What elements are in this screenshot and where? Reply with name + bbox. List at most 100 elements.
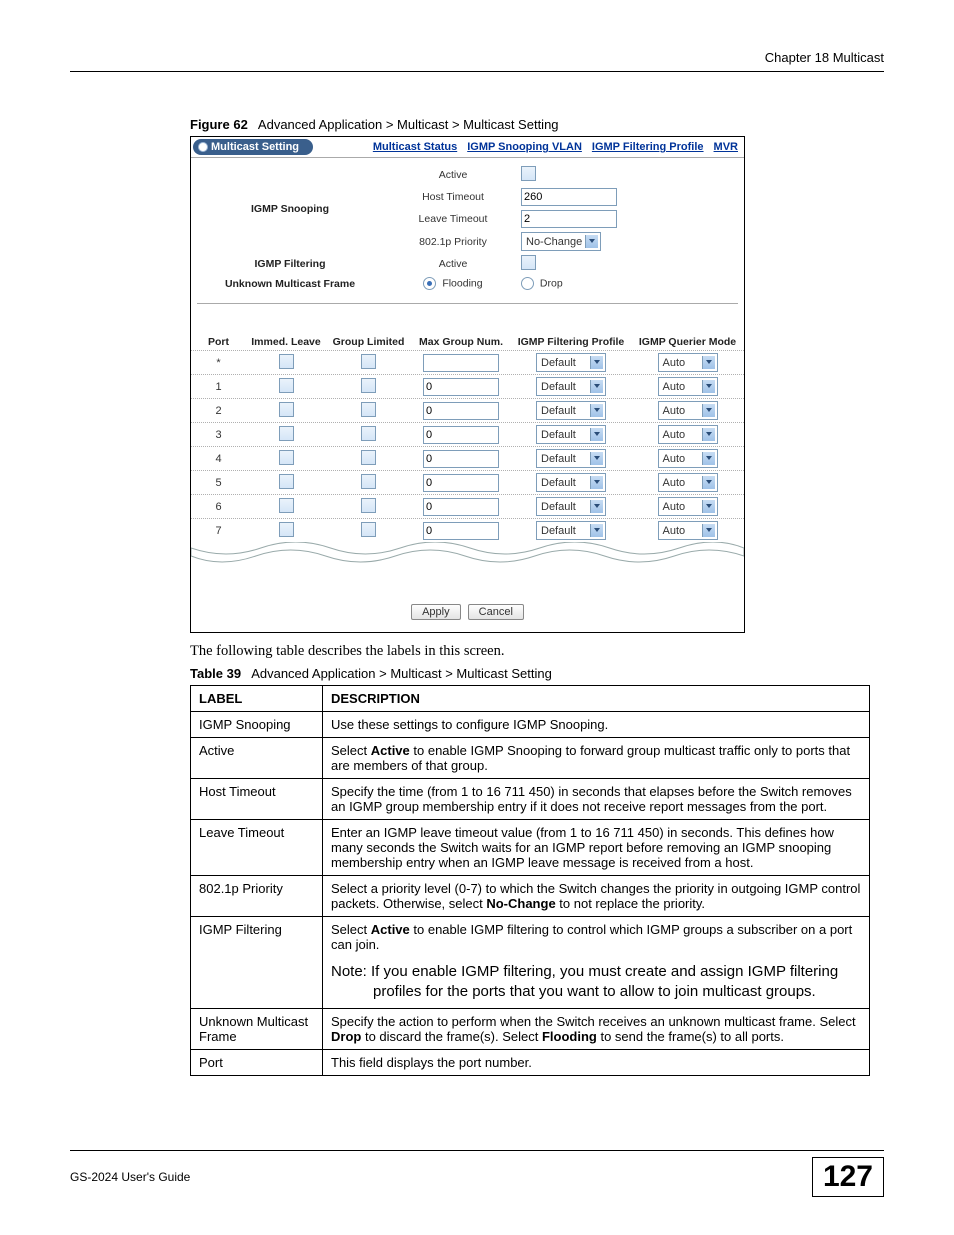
checkbox-group-limited[interactable] [361,378,376,393]
select-filtering-profile[interactable]: Default [536,521,606,540]
port-number: 6 [191,501,246,513]
select-filtering-profile[interactable]: Default [536,401,606,420]
label-igmp-snooping: IGMP Snooping [191,164,389,253]
select-querier-mode[interactable]: Auto [658,353,718,372]
link-multicast-status[interactable]: Multicast Status [373,141,457,153]
input-leave-timeout[interactable] [521,210,617,228]
chevron-down-icon [594,384,600,388]
table-row: IGMP FilteringSelect Active to enable IG… [191,917,870,1009]
select-querier-mode[interactable]: Auto [658,521,718,540]
input-max-group[interactable] [423,378,499,396]
checkbox-group-limited[interactable] [361,354,376,369]
select-filtering-profile[interactable]: Default [536,449,606,468]
chevron-down-icon [594,480,600,484]
port-number: 1 [191,381,246,393]
col-header-label: LABEL [191,686,323,712]
select-querier-mode[interactable]: Auto [658,473,718,492]
link-igmp-filtering-profile[interactable]: IGMP Filtering Profile [592,141,704,153]
checkbox-immed-leave[interactable] [279,450,294,465]
radio-flooding-label: Flooding [442,277,482,289]
screenshot-panel: Multicast Setting Multicast Status IGMP … [190,136,745,633]
checkbox-immed-leave[interactable] [279,354,294,369]
checkbox-immed-leave[interactable] [279,522,294,537]
cell-description: Use these settings to configure IGMP Sno… [323,712,870,738]
chevron-down-icon [706,360,712,364]
button-row: Apply Cancel [191,564,744,632]
table-row: IGMP SnoopingUse these settings to confi… [191,712,870,738]
table-row: ActiveSelect Active to enable IGMP Snoop… [191,738,870,779]
port-row: *DefaultAuto [191,350,744,374]
table-label: Table 39 [190,666,241,681]
checkbox-immed-leave[interactable] [279,402,294,417]
chapter-header: Chapter 18 Multicast [70,50,884,72]
apply-button[interactable]: Apply [411,604,461,620]
cancel-button[interactable]: Cancel [468,604,524,620]
port-row: 1 Default Auto [191,374,744,398]
input-max-group[interactable] [423,522,499,540]
select-filtering-profile[interactable]: Default [536,473,606,492]
select-priority[interactable]: No-Change [521,232,601,251]
cell-description: Enter an IGMP leave timeout value (from … [323,820,870,876]
radio-flooding-cell: Flooding [389,275,517,292]
cell-description: Specify the action to perform when the S… [323,1008,870,1049]
checkbox-immed-leave[interactable] [279,378,294,393]
select-querier-mode[interactable]: Auto [658,377,718,396]
input-host-timeout[interactable] [521,188,617,206]
body-text: The following table describes the labels… [190,643,884,660]
select-querier-mode[interactable]: Auto [658,401,718,420]
port-row: 7DefaultAuto [191,518,744,542]
select-filtering-profile[interactable]: Default [536,497,606,516]
port-row: 4DefaultAuto [191,446,744,470]
checkbox-group-limited[interactable] [361,402,376,417]
input-max-group[interactable] [423,354,499,372]
select-querier-mode[interactable]: Auto [658,425,718,444]
checkbox-immed-leave[interactable] [279,498,294,513]
torn-edge-icon [191,542,744,564]
radio-flooding[interactable] [423,277,436,290]
cell-description: Select Active to enable IGMP filtering t… [323,917,870,1009]
select-filtering-profile[interactable]: Default [536,425,606,444]
input-max-group[interactable] [423,498,499,516]
page-footer: GS-2024 User's Guide 127 [70,1150,884,1197]
checkbox-immed-leave[interactable] [279,474,294,489]
panel-tab-title: Multicast Setting [211,141,299,153]
checkbox-group-limited[interactable] [361,498,376,513]
port-row: 3DefaultAuto [191,422,744,446]
select-filtering-profile[interactable]: Default [536,377,606,396]
radio-drop[interactable] [521,277,534,290]
table-title: Advanced Application > Multicast > Multi… [251,666,552,681]
label-leave-timeout: Leave Timeout [389,208,517,230]
col-header-description: DESCRIPTION [323,686,870,712]
table-row: PortThis field displays the port number. [191,1049,870,1075]
select-filtering-profile[interactable]: Default [536,353,606,372]
checkbox-group-limited[interactable] [361,474,376,489]
chevron-down-icon [706,528,712,532]
link-igmp-snooping-vlan[interactable]: IGMP Snooping VLAN [467,141,582,153]
cell-description: Select Active to enable IGMP Snooping to… [323,738,870,779]
input-max-group[interactable] [423,450,499,468]
col-immed-leave: Immed. Leave [246,336,326,348]
table-row: Unknown Multicast FrameSpecify the actio… [191,1008,870,1049]
checkbox-group-limited[interactable] [361,450,376,465]
checkbox-group-limited[interactable] [361,426,376,441]
port-row: 2DefaultAuto [191,398,744,422]
checkbox-immed-leave[interactable] [279,426,294,441]
cell-label: Leave Timeout [191,820,323,876]
col-group-limited: Group Limited [326,336,411,348]
checkbox-group-limited[interactable] [361,522,376,537]
label-unknown-frame: Unknown Multicast Frame [191,275,389,292]
select-querier-mode[interactable]: Auto [658,449,718,468]
link-mvr[interactable]: MVR [714,141,738,153]
figure-title: Advanced Application > Multicast > Multi… [258,117,559,132]
label-8021p-priority: 802.1p Priority [389,230,517,253]
table-row: Host TimeoutSpecify the time (from 1 to … [191,779,870,820]
input-max-group[interactable] [423,474,499,492]
table-row: Leave TimeoutEnter an IGMP leave timeout… [191,820,870,876]
cell-label: IGMP Filtering [191,917,323,1009]
input-max-group[interactable] [423,426,499,444]
select-querier-mode[interactable]: Auto [658,497,718,516]
checkbox-filtering-active[interactable] [521,255,536,270]
label-active: Active [389,164,517,186]
checkbox-snooping-active[interactable] [521,166,536,181]
input-max-group[interactable] [423,402,499,420]
